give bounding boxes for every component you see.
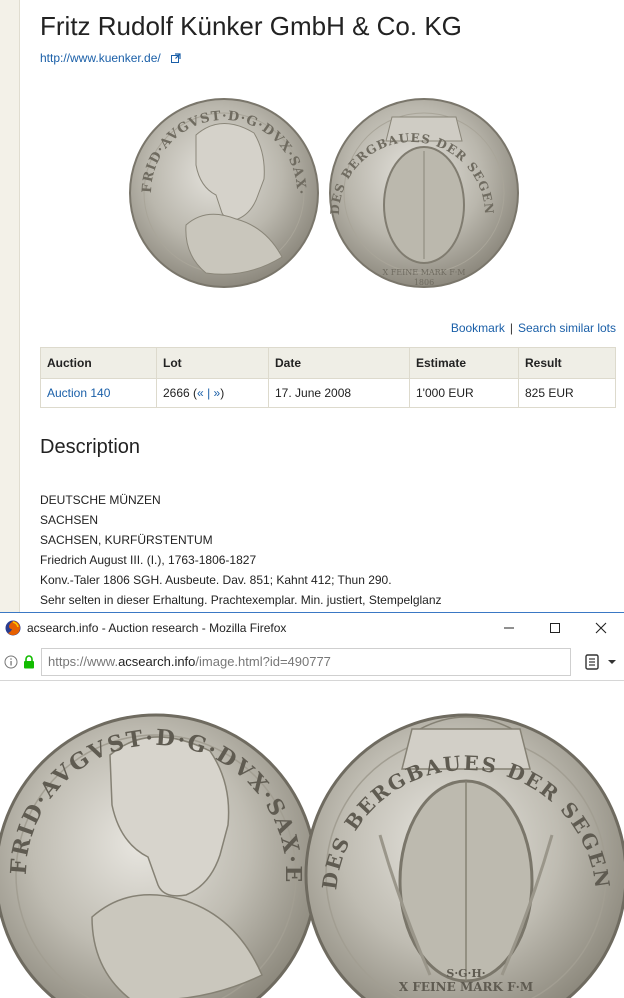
left-rail [0,0,20,612]
column-header-auction: Auction [40,347,157,379]
column-header-result: Result [518,347,616,379]
description-text: DEUTSCHE MÜNZEN SACHSEN SACHSEN, KURFÜRS… [40,490,442,610]
reader-view-icon[interactable] [585,653,599,670]
minimize-button[interactable] [486,613,532,643]
external-link-icon[interactable] [171,53,181,63]
background-page: Fritz Rudolf Künker GmbH & Co. KG http:/… [0,0,624,612]
result-cell: 825 EUR [518,378,616,408]
link-separator: | [509,321,513,335]
page-content: Fritz Rudolf Künker GmbH & Co. KG http:/… [40,0,616,607]
coin-obverse: FRID·AVGVST·D·G·DVX·SAX·ELECTOR [126,95,319,288]
next-lot-link[interactable]: » [214,386,221,400]
page-title: Fritz Rudolf Künker GmbH & Co. KG [40,11,462,41]
url-path: /image.html?id=490777 [195,654,331,669]
coin-image-thumbnail[interactable]: FRID·AVGVST·D·G·DVX·SAX·ELECTOR DES BERG… [126,95,526,291]
lot-table: Auction Lot Date Estimate Result Auction… [40,347,616,408]
column-header-date: Date [268,347,410,379]
minimize-icon [504,627,514,629]
bookmark-link[interactable]: Bookmark [451,321,505,335]
description-line: SACHSEN [40,513,99,527]
description-line: DEUTSCHE MÜNZEN [40,493,161,507]
close-icon [595,622,607,634]
description-line: Konv.-Taler 1806 SGH. Ausbeute. Dav. 851… [40,573,392,587]
column-header-estimate: Estimate [409,347,519,379]
coin-image-large[interactable]: FRID·AVGVST·D·G·DVX·SAX·ELECTOR DES BERG… [0,685,624,998]
url-host: acsearch.info [118,654,196,669]
firefox-icon [5,620,21,636]
reverse-year: 1806 [414,278,434,287]
url-prefix: https://www. [48,654,119,669]
previous-lot-link[interactable]: « [197,386,204,400]
window-title: acsearch.info - Auction research - Mozil… [27,621,287,635]
reverse-bottom-text-large: X FEINE MARK F·M [399,980,533,994]
maximize-icon [550,623,560,633]
date-cell: 17. June 2008 [268,378,410,408]
company-website-link[interactable]: http://www.kuenker.de/ [40,51,161,65]
lot-number: 2666 [163,386,190,400]
navigation-bar: https://www. acsearch.info/image.html?id=… [0,643,624,681]
url-bar[interactable]: https://www. acsearch.info/image.html?id=… [41,647,571,676]
coin-reverse-large: DES BERGBAUES DER SEGEN S·G·H· X FEINE M… [304,713,624,998]
close-button[interactable] [578,613,624,643]
description-line: Sehr selten in dieser Erhaltung. Prachte… [40,593,442,607]
maximize-button[interactable] [532,613,578,643]
info-icon[interactable] [4,655,18,669]
description-line: Friedrich August III. (I.), 1763-1806-18… [40,553,257,567]
lot-actions: Bookmark | Search similar lots [451,321,616,335]
coin-reverse: DES BERGBAUES DER SEGEN X FEINE MARK F·M… [328,98,519,288]
menu-arrow-icon[interactable] [607,658,617,666]
description-line: SACHSEN, KURFÜRSTENTUM [40,533,213,547]
lot-cell: 2666 (« | ») [156,378,269,408]
search-similar-link[interactable]: Search similar lots [518,321,616,335]
lock-icon[interactable] [23,654,35,669]
column-header-lot: Lot [156,347,269,379]
description-heading: Description [40,436,141,458]
reverse-mint-mark: S·G·H· [446,967,485,980]
lot-nav-separator: | [207,386,211,400]
coin-obverse-large: FRID·AVGVST·D·G·DVX·SAX·ELECTOR [0,685,318,998]
window-titlebar[interactable]: acsearch.info - Auction research - Mozil… [0,613,624,643]
firefox-popup-window: acsearch.info - Auction research - Mozil… [0,612,624,998]
reverse-bottom-text: X FEINE MARK F·M [383,268,466,277]
table-header-row: Auction Lot Date Estimate Result [40,347,616,379]
table-row: Auction 140 2666 (« | ») 17. June 2008 1… [40,378,616,408]
auction-link[interactable]: Auction 140 [47,386,110,400]
estimate-cell: 1'000 EUR [409,378,519,408]
